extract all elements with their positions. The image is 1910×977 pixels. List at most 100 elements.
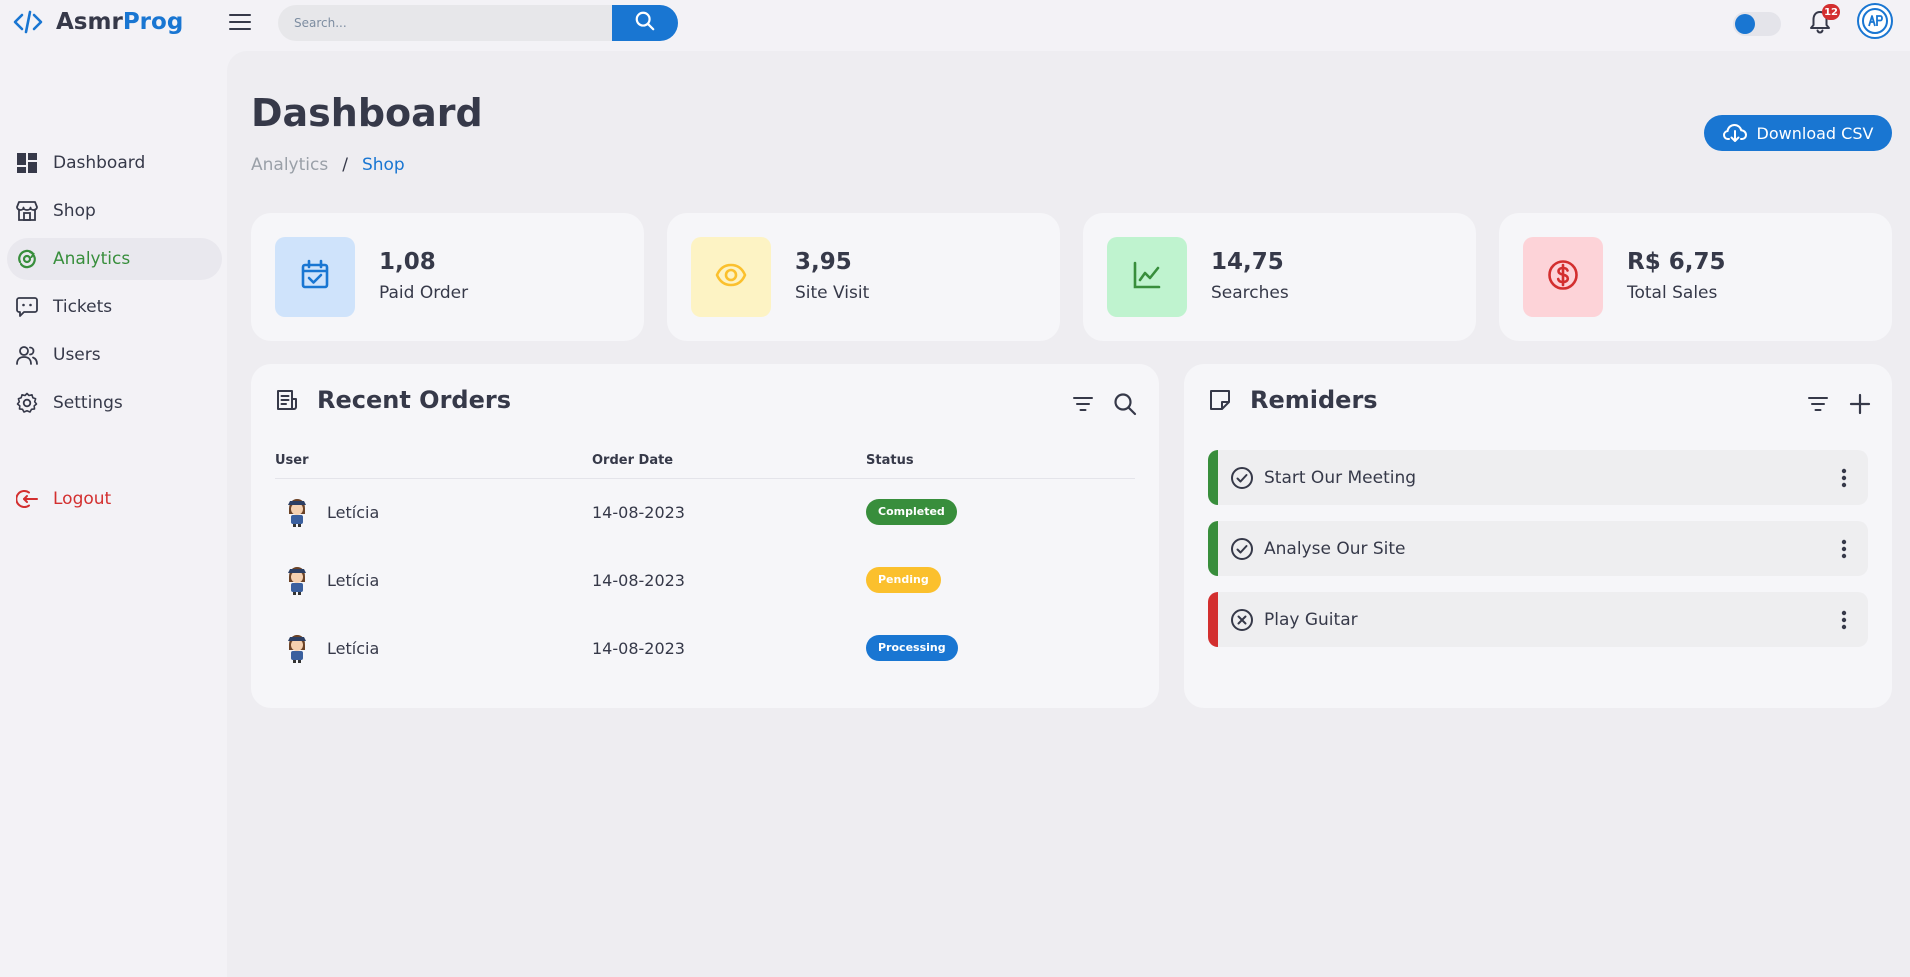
reminders-panel: Remiders Start Our Meeting Analyse Our S… <box>1184 364 1892 708</box>
insight-value: 14,75 <box>1211 249 1284 275</box>
status-badge: Completed <box>866 499 957 526</box>
insight-label: Searches <box>1211 283 1289 303</box>
logout-icon <box>15 487 39 511</box>
eye-icon <box>714 258 748 296</box>
code-icon <box>12 8 44 36</box>
search-input[interactable] <box>278 5 612 41</box>
user-name: Letícia <box>327 570 380 590</box>
reminder-item[interactable]: Start Our Meeting <box>1208 450 1868 505</box>
search-icon[interactable] <box>1113 392 1137 416</box>
panel-title: Recent Orders <box>317 386 511 414</box>
ticket-icon <box>15 295 39 319</box>
sidebar-item-analytics[interactable]: Analytics <box>7 238 222 280</box>
check-circle-icon[interactable] <box>1230 537 1254 561</box>
table-row[interactable]: Letícia 14-08-2023 Pending <box>275 546 1135 614</box>
recent-orders-panel: Recent Orders User Order Date Status Let… <box>251 364 1159 708</box>
note-icon <box>1208 388 1232 412</box>
panel-header: Recent Orders <box>275 386 511 414</box>
page-title: Dashboard <box>251 91 483 135</box>
reminder-label: Play Guitar <box>1264 609 1358 630</box>
insight-card-total-sales[interactable]: R$ 6,75 Total Sales <box>1499 213 1892 341</box>
sidebar-item-label: Dashboard <box>53 153 146 173</box>
sidebar-item-tickets[interactable]: Tickets <box>7 286 222 328</box>
logout-label: Logout <box>53 489 112 509</box>
sidebar-item-users[interactable]: Users <box>7 334 222 376</box>
logo-text: AsmrProg <box>56 9 184 35</box>
download-csv-label: Download CSV <box>1756 123 1874 143</box>
breadcrumb: Analytics / Shop <box>251 155 405 175</box>
main-content: Dashboard Analytics / Shop Download CSV … <box>227 51 1910 977</box>
status-bar <box>1208 450 1218 505</box>
table-header-row: User Order Date Status <box>275 444 1135 479</box>
status-bar <box>1208 521 1218 576</box>
user-name: Letícia <box>327 502 380 522</box>
status-badge: Pending <box>866 567 941 593</box>
filter-icon[interactable] <box>1071 392 1095 416</box>
more-vertical-icon[interactable] <box>1832 537 1856 561</box>
orders-table: User Order Date Status Letícia 14-08-202… <box>275 444 1135 682</box>
breadcrumb-item: Analytics <box>251 155 329 175</box>
user-name: Letícia <box>327 638 380 658</box>
insight-icon-box <box>691 237 771 317</box>
sidebar-item-label: Tickets <box>53 297 113 317</box>
analytics-icon <box>15 247 39 271</box>
order-date: 14-08-2023 <box>592 570 685 590</box>
insight-label: Site Visit <box>795 283 870 303</box>
more-vertical-icon[interactable] <box>1832 608 1856 632</box>
breadcrumb-link[interactable]: Shop <box>362 155 405 175</box>
logo[interactable]: AsmrProg <box>12 8 183 36</box>
toggle-knob <box>1735 14 1755 34</box>
insight-value: 1,08 <box>379 249 436 275</box>
search-icon <box>634 10 656 36</box>
order-date: 14-08-2023 <box>592 638 685 658</box>
check-circle-icon[interactable] <box>1230 466 1254 490</box>
sidebar-item-label: Settings <box>53 393 123 413</box>
sidebar-item-shop[interactable]: Shop <box>7 190 222 232</box>
add-icon[interactable] <box>1848 392 1872 416</box>
search-button[interactable] <box>612 5 678 41</box>
filter-icon[interactable] <box>1806 392 1830 416</box>
breadcrumb-separator: / <box>342 155 348 175</box>
sidebar-item-label: Users <box>53 345 101 365</box>
notifications-button[interactable]: 12 <box>1806 4 1840 36</box>
reminder-item[interactable]: Analyse Our Site <box>1208 521 1868 576</box>
sidebar-item-dashboard[interactable]: Dashboard <box>7 142 222 184</box>
user-avatar <box>281 632 313 664</box>
more-vertical-icon[interactable] <box>1832 466 1856 490</box>
cancel-circle-icon[interactable] <box>1230 608 1254 632</box>
download-csv-button[interactable]: Download CSV <box>1704 115 1892 151</box>
insight-label: Paid Order <box>379 283 469 303</box>
sidebar-item-label: Analytics <box>53 249 131 269</box>
theme-toggle[interactable] <box>1733 12 1781 36</box>
insight-card-paid-order[interactable]: 1,08 Paid Order <box>251 213 644 341</box>
menu-icon[interactable] <box>229 12 251 32</box>
column-header-order-date: Order Date <box>592 444 866 479</box>
insight-card-searches[interactable]: 14,75 Searches <box>1083 213 1476 341</box>
insight-value: R$ 6,75 <box>1627 249 1726 275</box>
reminder-label: Start Our Meeting <box>1264 467 1417 488</box>
insight-icon-box <box>1107 237 1187 317</box>
profile-avatar[interactable] <box>1857 3 1893 39</box>
cloud-download-icon <box>1722 123 1747 143</box>
calendar-check-icon <box>299 259 331 295</box>
users-icon <box>15 343 39 367</box>
user-avatar <box>281 564 313 596</box>
table-row[interactable]: Letícia 14-08-2023 Completed <box>275 478 1135 546</box>
user-avatar <box>281 496 313 528</box>
dashboard-icon <box>15 151 39 175</box>
dollar-icon <box>1546 258 1580 296</box>
sidebar-item-logout[interactable]: Logout <box>7 478 222 520</box>
insight-card-site-visit[interactable]: 3,95 Site Visit <box>667 213 1060 341</box>
insights: 1,08 Paid Order 3,95 Site Visit 14,75 Se… <box>251 213 1892 341</box>
sidebar-item-label: Shop <box>53 201 96 221</box>
top-navbar: AsmrProg 12 <box>0 0 1910 46</box>
panel-title: Remiders <box>1250 386 1378 414</box>
insight-value: 3,95 <box>795 249 852 275</box>
panel-header: Remiders <box>1208 386 1378 414</box>
sidebar-item-settings[interactable]: Settings <box>7 382 222 424</box>
table-row[interactable]: Letícia 14-08-2023 Processing <box>275 614 1135 682</box>
reminder-item[interactable]: Play Guitar <box>1208 592 1868 647</box>
column-header-user: User <box>275 444 592 479</box>
receipt-icon <box>275 388 299 412</box>
status-bar <box>1208 592 1218 647</box>
